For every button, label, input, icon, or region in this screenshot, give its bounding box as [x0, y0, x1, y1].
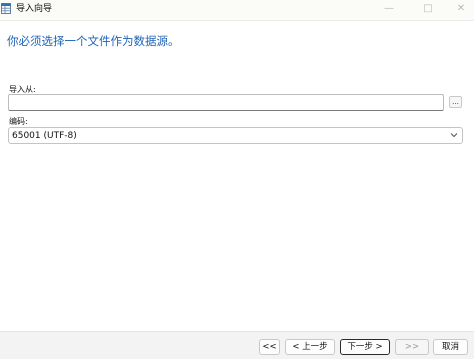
finish-button[interactable]: >> — [395, 339, 429, 355]
close-button[interactable]: ✕ — [454, 2, 468, 16]
cancel-button[interactable]: 取消 — [433, 339, 468, 355]
import-path-input[interactable] — [8, 94, 444, 111]
first-step-button[interactable]: << — [259, 339, 280, 355]
window-title: 导入向导 — [16, 4, 53, 14]
title-bar: 导入向导 — □ ✕ — [0, 0, 474, 21]
minimize-button[interactable]: — — [382, 2, 396, 16]
table-grid-icon — [1, 3, 11, 14]
encoding-label: 编码: — [9, 117, 28, 126]
chevron-down-icon — [450, 133, 458, 138]
encoding-select[interactable]: 65001 (UTF-8) — [8, 127, 463, 144]
next-button[interactable]: 下一步 > — [340, 339, 390, 355]
back-button[interactable]: < 上一步 — [285, 339, 335, 355]
browse-button[interactable]: ... — [449, 96, 462, 108]
maximize-button[interactable]: □ — [421, 2, 435, 16]
page-heading: 你必须选择一个文件作为数据源。 — [7, 34, 180, 48]
import-wizard-window: 导入向导 — □ ✕ 你必须选择一个文件作为数据源。 导入从: ... 编码: … — [0, 0, 474, 359]
encoding-selected-value: 65001 (UTF-8) — [12, 131, 77, 141]
